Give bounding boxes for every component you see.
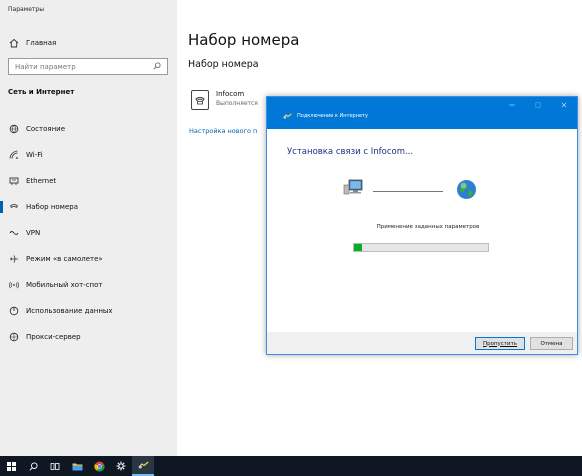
home-icon [8,38,20,48]
connection-animation [343,179,503,201]
task-view-icon[interactable] [44,456,66,476]
dialog-heading: Установка связи с Infocom... [287,147,414,157]
sidebar-item-label: Wi-Fi [26,151,43,159]
search-input[interactable]: Найти параметр [8,58,168,75]
section-title: Сеть и Интернет [8,88,75,96]
maximize-button[interactable] [525,97,551,113]
dialog-title: Подключение к Интернету [283,113,368,119]
nav-list: Состояние Wi-Fi Ethernet Набор номера VP… [0,116,177,350]
ethernet-icon [8,175,20,187]
sidebar-item-label: Ethernet [26,177,57,185]
skip-button[interactable]: Пропустить [475,337,525,350]
hotspot-icon [8,279,20,291]
close-button[interactable] [551,97,577,113]
nav-home[interactable]: Главная [8,36,56,50]
search-icon [153,62,161,72]
chrome-icon[interactable] [88,456,110,476]
taskbar [0,456,582,476]
globe-icon [456,179,477,200]
search-placeholder: Найти параметр [15,62,76,71]
sidebar-item-label: Мобильный хот-спот [26,281,103,289]
network-wizard-taskbar-icon[interactable] [132,456,154,476]
sidebar-item-dialup[interactable]: Набор номера [0,194,177,220]
sidebar-item-proxy[interactable]: Прокси-сервер [0,324,177,350]
sidebar-item-label: VPN [26,229,41,237]
start-icon[interactable] [0,456,22,476]
proxy-globe-icon [8,331,20,343]
computer-icon [343,179,365,201]
sidebar-item-vpn[interactable]: VPN [0,220,177,246]
sidebar-item-label: Состояние [26,125,66,133]
sidebar-item-wifi[interactable]: Wi-Fi [0,142,177,168]
data-usage-icon [8,305,20,317]
sidebar-item-label: Режим «в самолете» [26,255,103,263]
minimize-button[interactable] [499,97,525,113]
connection-name: Infocom [216,90,245,98]
network-wizard-icon [283,113,292,119]
dialog-title-text: Подключение к Интернету [297,113,368,119]
page-title: Набор номера [188,31,300,49]
file-explorer-icon[interactable] [66,456,88,476]
connect-dialog: Подключение к Интернету Установка связи … [266,96,578,355]
connection-tile[interactable]: Infocom Выполняется [191,90,258,110]
settings-window: Параметры Главная Найти параметр Сеть и … [0,0,582,456]
airplane-icon [8,253,20,265]
globe-status-icon [8,123,20,135]
wifi-icon [8,149,20,161]
dialup-connection-icon [191,90,209,110]
dialog-titlebar[interactable]: Подключение к Интернету [267,97,577,129]
nav-home-label: Главная [26,39,57,47]
vpn-icon [8,227,20,239]
sidebar-item-hotspot[interactable]: Мобильный хот-спот [0,272,177,298]
setup-new-connection-link[interactable]: Настройка нового п [189,127,257,135]
sidebar-item-label: Прокси-сервер [26,333,81,341]
progress-bar [353,243,489,252]
progress-bar-fill [354,244,363,251]
dialog-footer: Пропустить Отмена [267,332,577,354]
connection-status: Выполняется [216,100,258,107]
section-subheading: Набор номера [188,59,259,70]
window-title: Параметры [8,6,44,13]
connection-line [373,191,443,192]
sidebar-item-data-usage[interactable]: Использование данных [0,298,177,324]
dialup-icon [8,201,20,213]
sidebar-item-status[interactable]: Состояние [0,116,177,142]
sidebar: Параметры Главная Найти параметр Сеть и … [0,0,177,456]
settings-icon[interactable] [110,456,132,476]
search-icon[interactable] [22,456,44,476]
dialog-status-text: Применение заданных параметров [376,224,480,230]
sidebar-item-ethernet[interactable]: Ethernet [0,168,177,194]
sidebar-item-label: Использование данных [26,307,113,315]
sidebar-item-airplane[interactable]: Режим «в самолете» [0,246,177,272]
window-controls [499,97,577,113]
sidebar-item-label: Набор номера [26,203,79,211]
cancel-button[interactable]: Отмена [530,337,573,350]
